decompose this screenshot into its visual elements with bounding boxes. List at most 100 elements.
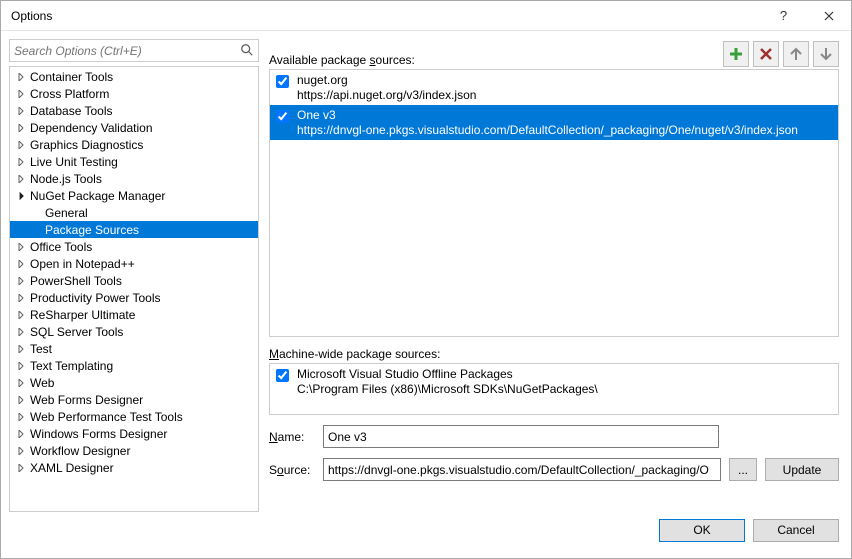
update-button[interactable]: Update xyxy=(765,458,839,481)
tree-item-label: SQL Server Tools xyxy=(30,325,123,339)
tree-item[interactable]: Graphics Diagnostics xyxy=(10,136,258,153)
dialog-footer: OK Cancel xyxy=(1,512,851,558)
tree-item[interactable]: Productivity Power Tools xyxy=(10,289,258,306)
remove-source-button[interactable] xyxy=(753,41,779,67)
tree-item-label: Live Unit Testing xyxy=(30,155,118,169)
source-input[interactable] xyxy=(323,458,721,481)
tree-item[interactable]: Node.js Tools xyxy=(10,170,258,187)
options-dialog: Options ? Container ToolsCross PlatformD… xyxy=(0,0,852,559)
tree-item[interactable]: Database Tools xyxy=(10,102,258,119)
package-source-row[interactable]: Microsoft Visual Studio Offline Packages… xyxy=(270,364,838,399)
name-row: Name: xyxy=(269,425,839,448)
tree-item[interactable]: Cross Platform xyxy=(10,85,258,102)
chevron-right-icon[interactable] xyxy=(16,242,26,252)
tree-item[interactable]: Web Performance Test Tools xyxy=(10,408,258,425)
ok-button[interactable]: OK xyxy=(659,519,745,542)
tree-item-label: Web Forms Designer xyxy=(30,393,143,407)
chevron-right-icon[interactable] xyxy=(16,174,26,184)
tree-item-label: Graphics Diagnostics xyxy=(30,138,143,152)
tree-item[interactable]: Windows Forms Designer xyxy=(10,425,258,442)
chevron-right-icon[interactable] xyxy=(16,310,26,320)
source-enabled-checkbox[interactable] xyxy=(276,369,289,382)
source-name: nuget.org xyxy=(297,73,476,88)
package-source-row[interactable]: One v3https://dnvgl-one.pkgs.visualstudi… xyxy=(270,105,838,140)
tree-item-label: XAML Designer xyxy=(30,461,114,475)
source-text: Microsoft Visual Studio Offline Packages… xyxy=(297,367,598,397)
x-icon xyxy=(760,48,772,60)
tree-item[interactable]: General xyxy=(10,204,258,221)
chevron-right-icon[interactable] xyxy=(16,259,26,269)
chevron-right-icon[interactable] xyxy=(16,446,26,456)
tree-item-label: Text Templating xyxy=(30,359,113,373)
chevron-right-icon[interactable] xyxy=(16,429,26,439)
tree-item-label: Test xyxy=(30,342,52,356)
titlebar: Options ? xyxy=(1,1,851,31)
machine-sources-list[interactable]: Microsoft Visual Studio Offline Packages… xyxy=(269,363,839,415)
chevron-right-icon[interactable] xyxy=(16,89,26,99)
tree-item-label: Productivity Power Tools xyxy=(30,291,161,305)
chevron-right-icon[interactable] xyxy=(16,276,26,286)
source-url: C:\Program Files (x86)\Microsoft SDKs\Nu… xyxy=(297,382,598,397)
source-name: One v3 xyxy=(297,108,798,123)
source-url: https://dnvgl-one.pkgs.visualstudio.com/… xyxy=(297,123,798,138)
tree-item[interactable]: PowerShell Tools xyxy=(10,272,258,289)
chevron-right-icon[interactable] xyxy=(16,344,26,354)
tree-item[interactable]: ReSharper Ultimate xyxy=(10,306,258,323)
help-button[interactable]: ? xyxy=(761,1,806,30)
tree-item-label: Container Tools xyxy=(30,70,113,84)
search-input[interactable] xyxy=(10,42,258,60)
chevron-right-icon[interactable] xyxy=(16,106,26,116)
tree-item-label: Node.js Tools xyxy=(30,172,102,186)
chevron-right-icon[interactable] xyxy=(16,140,26,150)
chevron-down-icon[interactable] xyxy=(16,191,26,201)
chevron-right-icon[interactable] xyxy=(16,463,26,473)
chevron-right-icon[interactable] xyxy=(16,293,26,303)
source-toolbar xyxy=(723,41,839,67)
tree-item[interactable]: Test xyxy=(10,340,258,357)
tree-item-label: General xyxy=(45,206,88,220)
cancel-button[interactable]: Cancel xyxy=(753,519,839,542)
chevron-right-icon[interactable] xyxy=(16,327,26,337)
tree-item[interactable]: Office Tools xyxy=(10,238,258,255)
tree-item[interactable]: Open in Notepad++ xyxy=(10,255,258,272)
source-enabled-checkbox[interactable] xyxy=(276,75,289,88)
tree-item[interactable]: NuGet Package Manager xyxy=(10,187,258,204)
tree-item[interactable]: Container Tools xyxy=(10,68,258,85)
close-icon xyxy=(824,11,834,21)
source-enabled-checkbox[interactable] xyxy=(276,110,289,123)
chevron-right-icon[interactable] xyxy=(16,72,26,82)
name-input[interactable] xyxy=(323,425,719,448)
tree-item[interactable]: XAML Designer xyxy=(10,459,258,476)
chevron-right-icon[interactable] xyxy=(16,378,26,388)
chevron-right-icon[interactable] xyxy=(16,361,26,371)
right-panel: Available package sources: xyxy=(269,39,839,512)
source-text: One v3https://dnvgl-one.pkgs.visualstudi… xyxy=(297,108,798,138)
package-source-row[interactable]: nuget.orghttps://api.nuget.org/v3/index.… xyxy=(270,70,838,105)
window-title: Options xyxy=(11,9,761,23)
add-source-button[interactable] xyxy=(723,41,749,67)
chevron-right-icon[interactable] xyxy=(16,157,26,167)
tree-item[interactable]: Dependency Validation xyxy=(10,119,258,136)
search-box[interactable] xyxy=(9,39,259,62)
close-button[interactable] xyxy=(806,1,851,30)
tree-item[interactable]: Web Forms Designer xyxy=(10,391,258,408)
chevron-right-icon[interactable] xyxy=(16,395,26,405)
tree-item[interactable]: Live Unit Testing xyxy=(10,153,258,170)
tree-item-label: Windows Forms Designer xyxy=(30,427,167,441)
move-up-button[interactable] xyxy=(783,41,809,67)
browse-button[interactable]: ... xyxy=(729,458,757,481)
chevron-right-icon[interactable] xyxy=(16,412,26,422)
tree-item[interactable]: Text Templating xyxy=(10,357,258,374)
name-label: Name: xyxy=(269,430,315,444)
move-down-button[interactable] xyxy=(813,41,839,67)
tree-item-label: Cross Platform xyxy=(30,87,109,101)
arrow-down-icon xyxy=(820,47,832,61)
tree-item[interactable]: Workflow Designer xyxy=(10,442,258,459)
tree-item[interactable]: SQL Server Tools xyxy=(10,323,258,340)
tree-item[interactable]: Web xyxy=(10,374,258,391)
available-sources-list[interactable]: nuget.orghttps://api.nuget.org/v3/index.… xyxy=(269,69,839,337)
machine-sources-label: Machine-wide package sources: xyxy=(269,347,839,361)
options-tree[interactable]: Container Tools Cross PlatformDatabase To… xyxy=(9,66,259,512)
chevron-right-icon[interactable] xyxy=(16,123,26,133)
tree-item[interactable]: Package Sources xyxy=(10,221,258,238)
